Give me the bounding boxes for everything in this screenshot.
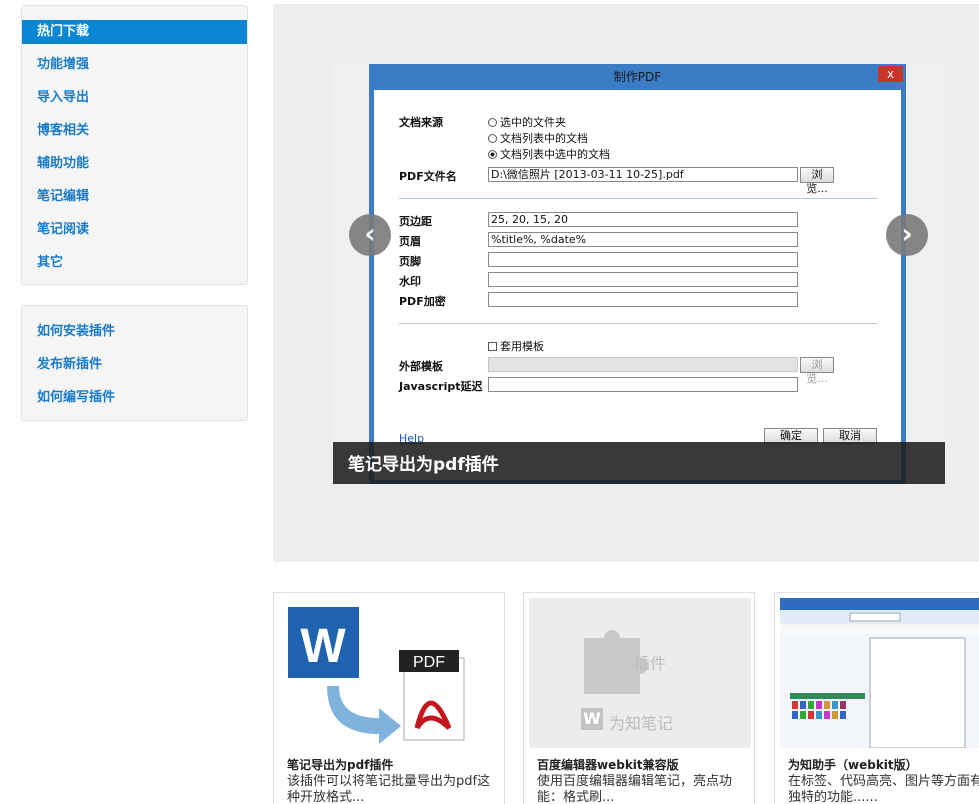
radio-selected-docs: 文档列表中选中的文档 xyxy=(488,146,610,162)
radio-label: 文档列表中选中的文档 xyxy=(500,148,610,161)
checkbox-label: 套用模板 xyxy=(500,340,544,353)
divider xyxy=(399,323,877,324)
radio-doc-list: 文档列表中的文档 xyxy=(488,130,588,146)
watermark-label: 水印 xyxy=(399,275,421,288)
plugin-placeholder-text: 插件 xyxy=(634,654,667,673)
js-delay-field xyxy=(488,377,798,392)
wiz-helper-screenshot-icon xyxy=(780,598,979,748)
pdf-dialog-screenshot: 制作PDF x 文档来源 选中的文件夹 文档列表中的文档 文档列表中选中的文档 … xyxy=(369,64,906,484)
footer-field xyxy=(488,252,798,267)
plugin-title[interactable]: 为知助手（webkit版） xyxy=(788,756,918,773)
menu-item-publish-plugin[interactable]: 发布新插件 xyxy=(22,353,247,386)
prev-arrow-icon[interactable]: ‹ xyxy=(349,214,391,256)
radio-folder: 选中的文件夹 xyxy=(488,114,566,130)
menu-item-hot-downloads[interactable]: 热门下载 xyxy=(22,20,247,44)
help-menu: 如何安装插件 发布新插件 如何编写插件 xyxy=(21,305,248,421)
footer-label: 页脚 xyxy=(399,255,421,268)
radio-icon xyxy=(488,134,497,143)
menu-item-write-plugin[interactable]: 如何编写插件 xyxy=(22,386,247,419)
menu-item-edit[interactable]: 笔记编辑 xyxy=(22,185,247,218)
pdf-export-icon: W PDF xyxy=(288,607,465,744)
radio-icon xyxy=(488,118,497,127)
category-menu: 热门下载 功能增强 导入导出 博客相关 辅助功能 笔记编辑 笔记阅读 其它 xyxy=(21,5,248,285)
plugin-description: 使用百度编辑器编辑笔记，亮点功能：格式刷... xyxy=(537,774,733,804)
radio-label: 选中的文件夹 xyxy=(500,116,566,129)
doc-source-label: 文档来源 xyxy=(399,116,443,129)
js-delay-label: Javascript延迟 xyxy=(399,380,483,393)
radio-label: 文档列表中的文档 xyxy=(500,132,588,145)
plugin-card-baidu-editor[interactable]: 插件 W 为知笔记 百度编辑器webkit兼容版 使用百度编辑器编辑笔记，亮点功… xyxy=(523,592,755,804)
header-label: 页眉 xyxy=(399,235,421,248)
plugin-thumbnail: 插件 W 为知笔记 xyxy=(529,598,751,748)
ext-template-label: 外部模板 xyxy=(399,360,443,373)
encrypt-label: PDF加密 xyxy=(399,295,446,308)
plugin-center-page: 热门下载 功能增强 导入导出 博客相关 辅助功能 笔记编辑 笔记阅读 其它 如何… xyxy=(0,0,979,804)
template-checkbox: 套用模板 xyxy=(488,338,544,354)
menu-item-read[interactable]: 笔记阅读 xyxy=(22,218,247,251)
close-icon: x xyxy=(878,66,903,82)
browse-button-disabled: 浏览... xyxy=(800,357,834,385)
svg-text:W: W xyxy=(300,620,346,673)
menu-item-features[interactable]: 功能增强 xyxy=(22,53,247,86)
plugin-title[interactable]: 笔记导出为pdf插件 xyxy=(287,756,393,773)
margin-label: 页边距 xyxy=(399,215,432,228)
margin-field: 25, 20, 15, 20 xyxy=(488,212,798,227)
plugin-thumbnail: W PDF xyxy=(279,598,501,748)
dialog-body: 文档来源 选中的文件夹 文档列表中的文档 文档列表中选中的文档 PDF文件名 D… xyxy=(374,90,901,480)
slide-caption[interactable]: 笔记导出为pdf插件 xyxy=(333,442,945,484)
checkbox-icon xyxy=(488,342,497,351)
plugin-description: 在标签、代码高亮、图片等方面有独特的功能...... xyxy=(788,774,979,804)
plugin-thumbnail xyxy=(780,598,979,748)
menu-item-blog[interactable]: 博客相关 xyxy=(22,119,247,152)
dialog-title: 制作PDF xyxy=(613,70,662,84)
wiz-logo-text: 为知笔记 xyxy=(609,714,674,733)
plugin-card-wiz-helper[interactable]: 为知助手（webkit版） 在标签、代码高亮、图片等方面有独特的功能...... xyxy=(774,592,979,804)
menu-item-import-export[interactable]: 导入导出 xyxy=(22,86,247,119)
header-field: %title%, %date% xyxy=(488,232,798,247)
wiz-logo-icon: W xyxy=(581,708,603,730)
plugin-card-pdf-export[interactable]: W PDF 笔记导出为pdf插件 该插件可以将笔记批量导出为pdf这种开放格式.… xyxy=(273,592,505,804)
divider xyxy=(399,198,877,199)
radio-selected-icon xyxy=(488,150,497,159)
next-arrow-icon[interactable]: › xyxy=(886,214,928,256)
pdf-name-field: D:\微信照片 [2013-03-11 10-25].pdf xyxy=(488,167,798,182)
plugin-description: 该插件可以将笔记批量导出为pdf这种开放格式... xyxy=(287,774,491,804)
plugin-title[interactable]: 百度编辑器webkit兼容版 xyxy=(537,756,679,773)
carousel-slide[interactable]: 制作PDF x 文档来源 选中的文件夹 文档列表中的文档 文档列表中选中的文档 … xyxy=(333,64,945,484)
browse-button: 浏览... xyxy=(800,167,834,195)
ext-template-field xyxy=(488,357,798,372)
pdf-name-label: PDF文件名 xyxy=(399,170,457,183)
featured-carousel: 制作PDF x 文档来源 选中的文件夹 文档列表中的文档 文档列表中选中的文档 … xyxy=(273,4,979,562)
menu-item-other[interactable]: 其它 xyxy=(22,251,247,284)
menu-item-install-plugin[interactable]: 如何安装插件 xyxy=(22,320,247,353)
encrypt-field xyxy=(488,292,798,307)
watermark-field xyxy=(488,272,798,287)
svg-text:PDF: PDF xyxy=(413,654,445,671)
menu-item-assist[interactable]: 辅助功能 xyxy=(22,152,247,185)
